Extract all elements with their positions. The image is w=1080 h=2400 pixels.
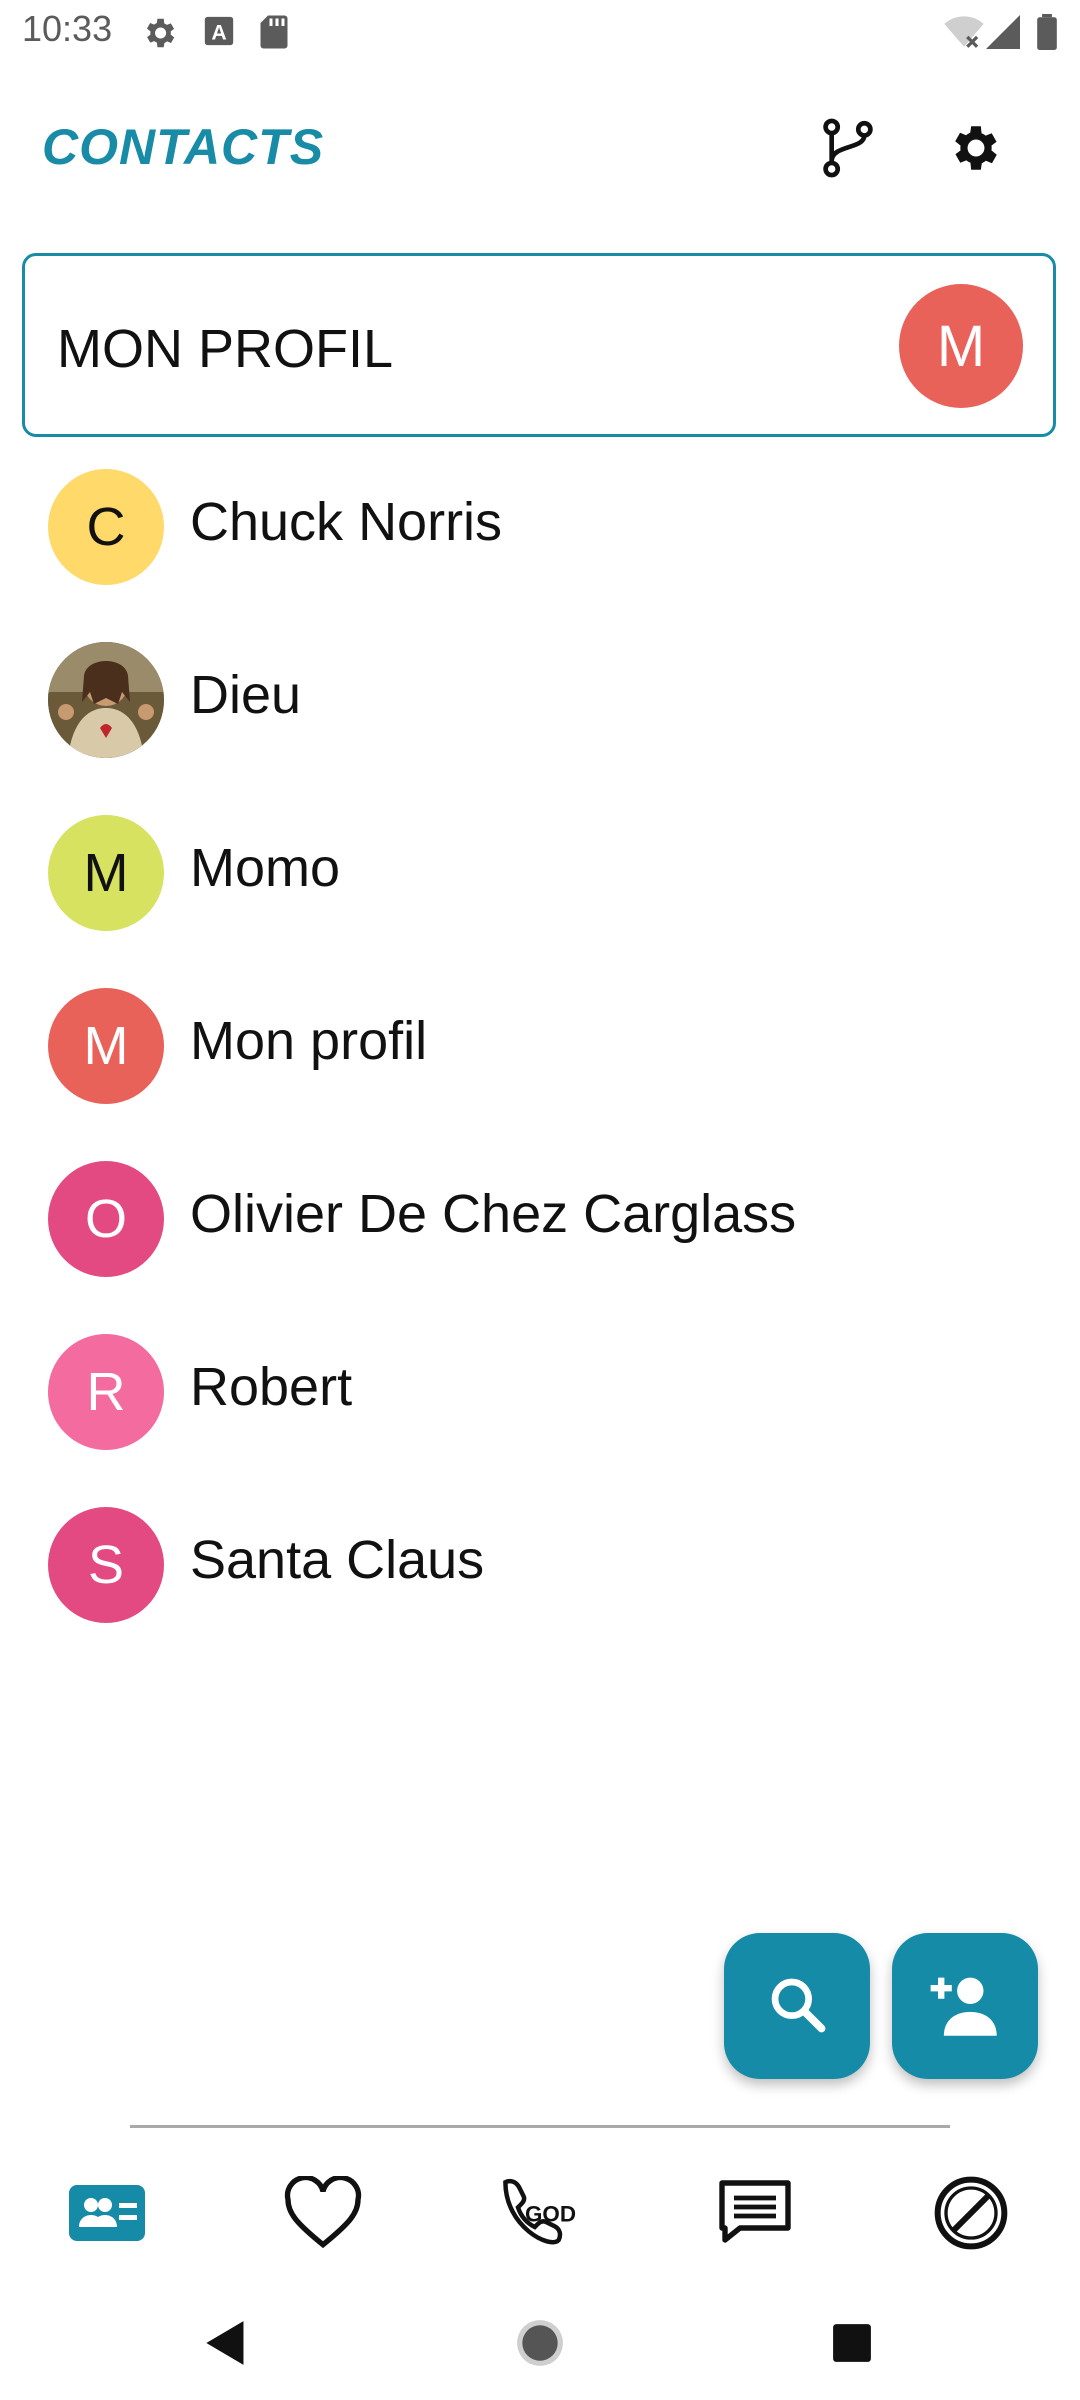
- messages-icon: [715, 2177, 795, 2254]
- nav-call-log[interactable]: GOD: [484, 2160, 594, 2270]
- nav-blocked[interactable]: [916, 2160, 1026, 2270]
- contacts-icon: [67, 2181, 147, 2250]
- contact-name: Robert: [190, 1357, 353, 1417]
- avatar-photo: [48, 642, 164, 758]
- home-icon: [515, 2318, 565, 2373]
- call-log-icon: GOD: [497, 2175, 581, 2256]
- contact-row-olivier[interactable]: O Olivier De Chez Carglass: [0, 1155, 1080, 1328]
- my-profile-label: MON PROFIL: [57, 319, 394, 379]
- photo-avatar-image: [48, 642, 164, 758]
- contact-row-robert[interactable]: R Robert: [0, 1328, 1080, 1501]
- wifi-off-icon: [944, 14, 984, 55]
- back-button[interactable]: [196, 2315, 256, 2375]
- settings-icon: [140, 14, 178, 57]
- status-time: 10:33: [22, 8, 113, 49]
- nav-contacts[interactable]: [52, 2160, 162, 2270]
- battery-icon: [1036, 14, 1058, 55]
- avatar: R: [48, 1334, 164, 1450]
- settings-gear-icon: [947, 119, 1005, 182]
- contact-row-chuck-norris[interactable]: C Chuck Norris: [0, 463, 1080, 636]
- divider: [130, 2125, 950, 2128]
- avatar-letter: C: [86, 497, 126, 557]
- nav-favorites[interactable]: [268, 2160, 378, 2270]
- recents-button[interactable]: [822, 2315, 882, 2375]
- avatar-letter: O: [84, 1189, 127, 1249]
- my-profile-card[interactable]: MON PROFIL M: [22, 253, 1056, 437]
- contact-name: Santa Claus: [190, 1530, 485, 1590]
- avatar: C: [48, 469, 164, 585]
- system-nav-bar: [0, 2290, 1080, 2400]
- avatar: M: [48, 988, 164, 1104]
- search-button[interactable]: [724, 1933, 870, 2079]
- recents-icon: [831, 2322, 873, 2369]
- avatar: S: [48, 1507, 164, 1623]
- add-contact-button[interactable]: [892, 1933, 1038, 2079]
- blocked-icon: [931, 2173, 1011, 2258]
- page-title: CONTACTS: [42, 119, 325, 175]
- contact-name: Momo: [190, 838, 341, 898]
- my-profile-avatar: M: [899, 284, 1023, 408]
- avatar-letter: M: [936, 313, 986, 379]
- nav-messages[interactable]: [700, 2160, 810, 2270]
- contact-name: Mon profil: [190, 1011, 428, 1071]
- contact-name: Chuck Norris: [190, 492, 503, 552]
- svg-text:GOD: GOD: [525, 2201, 576, 2226]
- avatar: M: [48, 815, 164, 931]
- avatar-letter: R: [86, 1362, 126, 1422]
- avatar: O: [48, 1161, 164, 1277]
- add-contact-icon: [928, 1971, 1002, 2042]
- contact-row-momo[interactable]: M Momo: [0, 809, 1080, 982]
- search-icon: [766, 1973, 828, 2040]
- avatar-letter: M: [83, 1016, 129, 1076]
- favorites-heart-icon: [283, 2174, 363, 2255]
- svg-text:A: A: [211, 21, 226, 45]
- contact-list: C Chuck Norris Dieu M Momo M Mon profil …: [0, 463, 1080, 1674]
- avatar-letter: S: [87, 1535, 125, 1595]
- contact-name: Dieu: [190, 665, 302, 725]
- contact-row-mon-profil[interactable]: M Mon profil: [0, 982, 1080, 1155]
- merge-button[interactable]: [808, 110, 888, 190]
- settings-button[interactable]: [936, 110, 1016, 190]
- back-icon: [204, 2319, 248, 2372]
- app-bar: CONTACTS: [0, 100, 1080, 200]
- contact-row-dieu[interactable]: Dieu: [0, 636, 1080, 809]
- merge-icon: [820, 117, 876, 184]
- avatar-letter: M: [83, 843, 129, 903]
- status-bar: 10:33 A: [0, 0, 1080, 66]
- contact-name: Olivier De Chez Carglass: [190, 1184, 797, 1244]
- keyboard-a-icon: A: [202, 14, 236, 53]
- sd-card-icon: [258, 14, 290, 55]
- signal-icon: [986, 14, 1020, 55]
- home-button[interactable]: [510, 2315, 570, 2375]
- contact-row-santa-claus[interactable]: S Santa Claus: [0, 1501, 1080, 1674]
- bottom-nav: GOD: [0, 2160, 1080, 2270]
